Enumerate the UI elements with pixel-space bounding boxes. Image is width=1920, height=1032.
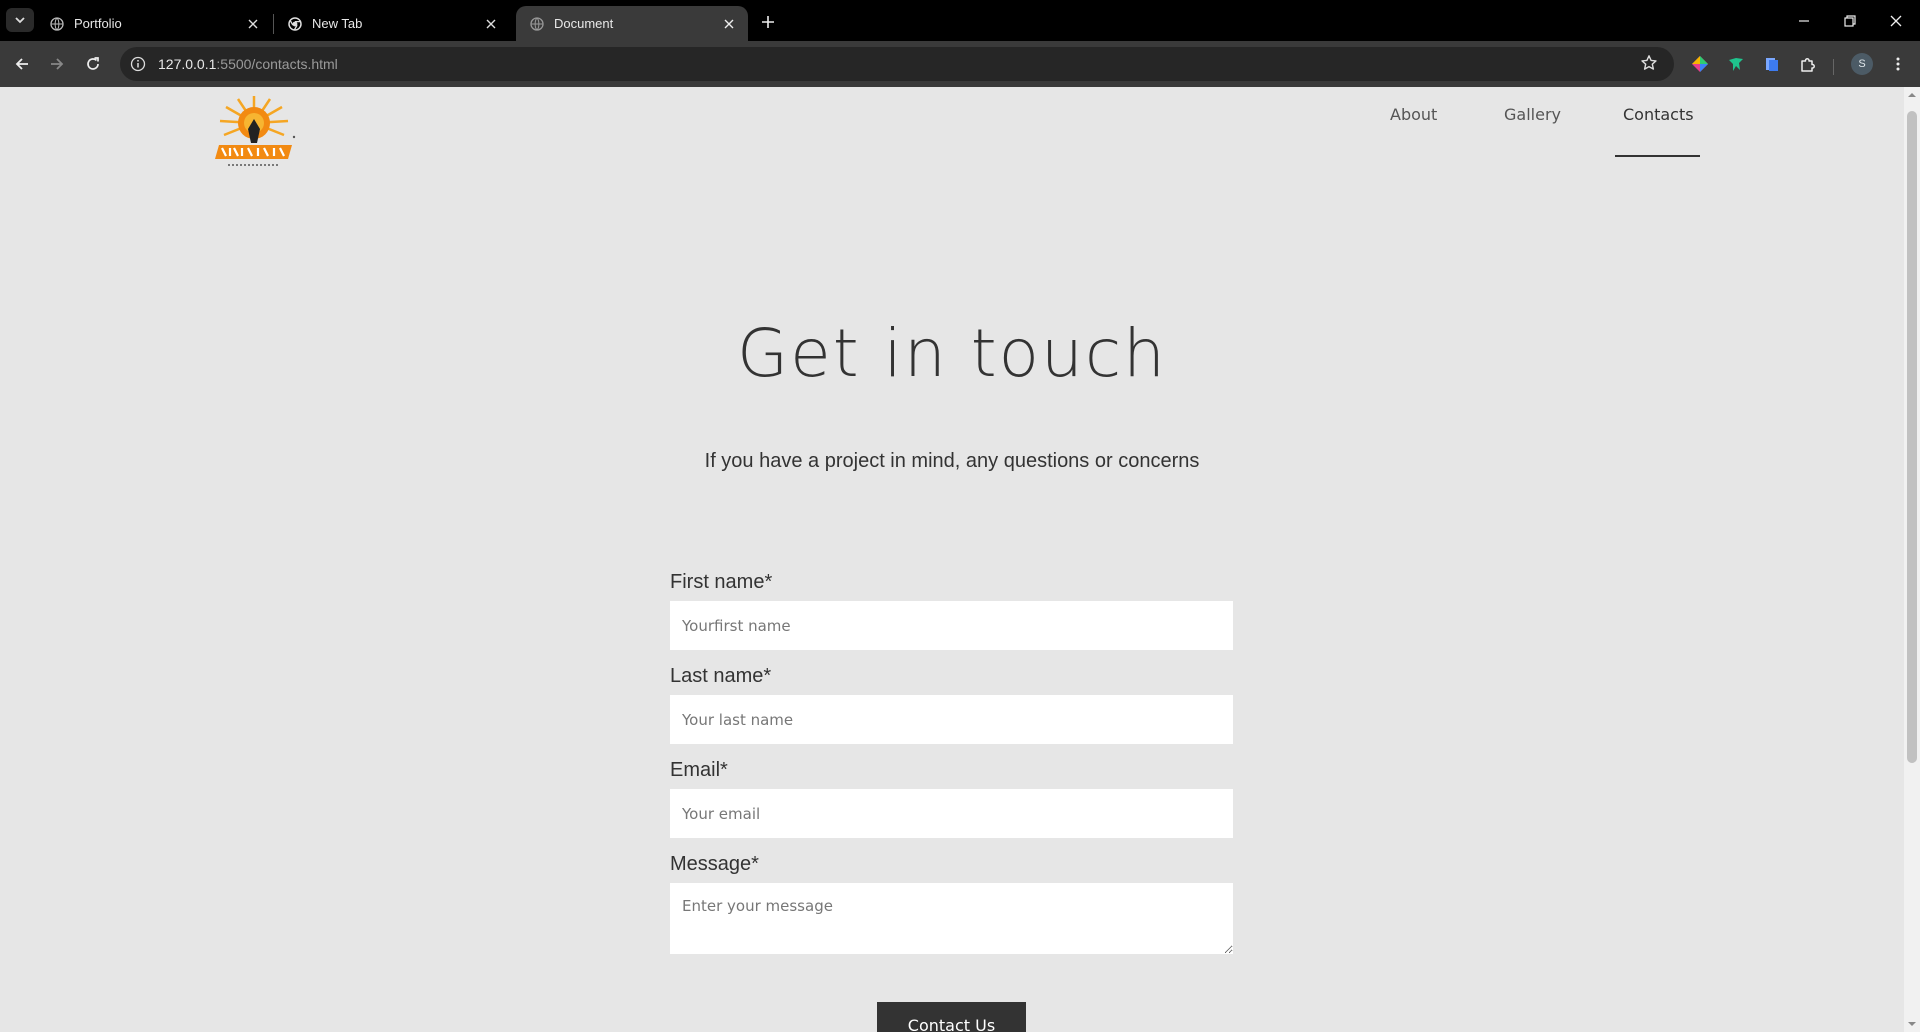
scrollbar-thumb[interactable] xyxy=(1907,111,1917,763)
message-textarea[interactable] xyxy=(670,883,1233,954)
nav-link-contacts[interactable]: Contacts xyxy=(1623,105,1694,124)
browser-toolbar: 127.0.0.1:5500/contacts.html S xyxy=(0,41,1920,87)
arrow-left-icon xyxy=(15,58,28,70)
back-button[interactable] xyxy=(10,52,34,76)
documents-extension-icon[interactable] xyxy=(1762,54,1782,74)
page-subtitle: If you have a project in mind, any quest… xyxy=(704,450,1200,472)
chevron-down-icon xyxy=(15,17,25,24)
tab-document[interactable]: Document xyxy=(516,6,748,41)
reload-icon xyxy=(87,57,99,70)
tab-portfolio[interactable]: Portfolio xyxy=(36,6,272,41)
active-nav-indicator xyxy=(1615,155,1700,157)
color-picker-extension-icon[interactable] xyxy=(1690,54,1710,74)
close-tab-icon[interactable] xyxy=(244,15,262,33)
restore-button[interactable] xyxy=(1827,0,1873,41)
tab-new-tab[interactable]: New Tab xyxy=(274,6,510,41)
globe-icon xyxy=(530,16,544,31)
address-bar[interactable]: 127.0.0.1:5500/contacts.html xyxy=(120,47,1674,81)
first-name-label: First name* xyxy=(670,571,773,593)
tab-search-button[interactable] xyxy=(6,8,34,32)
browser-menu-icon[interactable] xyxy=(1888,54,1908,74)
bookmark-star-icon[interactable] xyxy=(1640,54,1660,74)
puzzle-extensions-icon[interactable] xyxy=(1798,54,1818,74)
close-icon xyxy=(1890,15,1902,26)
email-input[interactable] xyxy=(670,789,1233,838)
contact-us-button[interactable]: Contact Us xyxy=(877,1002,1026,1032)
url-text: 127.0.0.1:5500/contacts.html xyxy=(158,56,338,72)
url-host: 127.0.0.1 xyxy=(158,56,217,72)
restore-icon xyxy=(1844,14,1856,27)
url-path: :5500/contacts.html xyxy=(216,56,338,72)
profile-initial: S xyxy=(1858,58,1866,70)
nav-link-gallery[interactable]: Gallery xyxy=(1504,105,1561,124)
minimize-button[interactable] xyxy=(1781,0,1827,41)
first-name-input[interactable] xyxy=(670,601,1233,650)
globe-icon xyxy=(50,16,64,31)
tab-title: New Tab xyxy=(312,16,363,31)
page-title: Get in touch xyxy=(737,315,1167,392)
scroll-up-arrow-icon[interactable] xyxy=(1908,91,1916,99)
plus-icon xyxy=(762,16,774,28)
chrome-icon xyxy=(288,16,302,31)
new-tab-button[interactable] xyxy=(756,10,780,34)
message-label: Message* xyxy=(670,853,759,875)
tab-strip: Portfolio New Tab Document xyxy=(0,0,1920,41)
nav-link-about[interactable]: About xyxy=(1390,105,1437,124)
web-page: About Gallery Contacts Get in touch If y… xyxy=(0,87,1904,1032)
email-label: Email* xyxy=(670,759,728,781)
toolbar-separator xyxy=(1833,59,1834,75)
profile-avatar[interactable]: S xyxy=(1851,53,1873,75)
reload-button[interactable] xyxy=(81,52,105,76)
arrow-right-icon xyxy=(51,58,64,70)
close-tab-icon[interactable] xyxy=(720,15,738,33)
site-info-icon[interactable] xyxy=(128,54,148,74)
last-name-input[interactable] xyxy=(670,695,1233,744)
close-window-button[interactable] xyxy=(1873,0,1919,41)
forward-button[interactable] xyxy=(45,52,69,76)
site-logo[interactable] xyxy=(206,93,302,181)
scroll-down-arrow-icon[interactable] xyxy=(1908,1020,1916,1028)
close-tab-icon[interactable] xyxy=(482,15,500,33)
minimize-icon xyxy=(1799,19,1809,22)
bird-extension-icon[interactable] xyxy=(1726,54,1746,74)
tab-title: Portfolio xyxy=(74,16,122,31)
tab-title: Document xyxy=(554,16,614,31)
page-scrollbar[interactable] xyxy=(1904,87,1920,1032)
last-name-label: Last name* xyxy=(670,665,772,687)
